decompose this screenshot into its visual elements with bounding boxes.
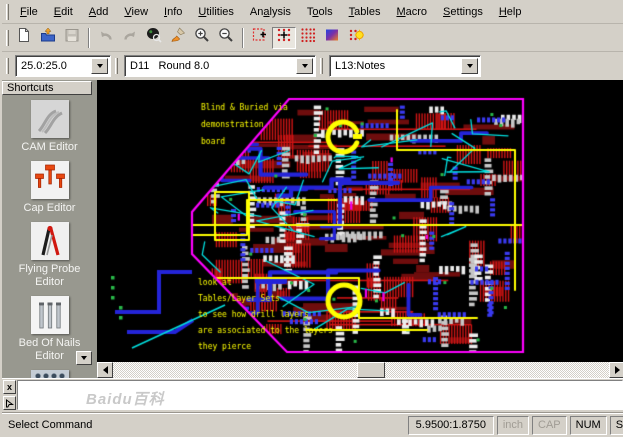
pcb-viewport[interactable]: [97, 80, 623, 378]
cap-editor-icon: [31, 161, 69, 199]
sidebar-item-panel-editor[interactable]: [31, 370, 69, 378]
film-query-button[interactable]: [142, 27, 166, 49]
status-numlock[interactable]: NUM: [570, 416, 607, 435]
sidebar-item-label: Cap Editor: [6, 202, 94, 215]
command-history-button[interactable]: [3, 396, 16, 410]
menu-edit[interactable]: Edit: [46, 3, 81, 21]
color-table-button[interactable]: [320, 27, 344, 49]
undo-button[interactable]: [94, 27, 118, 49]
undo-icon: [98, 27, 114, 48]
highlight-nets-icon: [348, 27, 364, 48]
open-file-button[interactable]: [36, 27, 60, 49]
grid-dots-icon: [300, 27, 316, 48]
sidebar-item-cap-editor[interactable]: Cap Editor: [6, 161, 94, 215]
board-frame-icon: [252, 27, 268, 48]
highlight-nets-button[interactable]: [344, 27, 368, 49]
clear-highlight-icon: [170, 27, 186, 48]
menu-tables[interactable]: Tables: [341, 3, 389, 21]
new-file-button[interactable]: [12, 27, 36, 49]
zoom-in-icon: [194, 27, 210, 48]
cam-editor-icon: [31, 100, 69, 138]
redo-button[interactable]: [118, 27, 142, 49]
menu-view[interactable]: View: [116, 3, 156, 21]
horizontal-scrollbar[interactable]: [97, 362, 623, 378]
sidebar-item-cam-editor[interactable]: CAM Editor: [6, 100, 94, 154]
toolbar-separator: [88, 28, 90, 48]
grid-snap-icon: [276, 27, 292, 48]
scroll-right-button[interactable]: [609, 362, 623, 378]
sidebar-item-label: Flying Probe Editor: [6, 263, 94, 289]
board-frame-button[interactable]: [248, 27, 272, 49]
chevron-down-icon[interactable]: [461, 58, 478, 74]
menu-utilities[interactable]: Utilities: [190, 3, 242, 21]
grid-combobox-value: 25.0:25.0: [16, 56, 89, 76]
arrow-left-icon: [99, 366, 108, 374]
film-query-icon: [146, 27, 162, 48]
layer-combobox[interactable]: L13:Notes: [329, 55, 481, 77]
chevron-down-icon[interactable]: [91, 58, 108, 74]
toolbar-grip[interactable]: [6, 30, 9, 46]
toolbar: [2, 24, 623, 52]
new-file-icon: [16, 27, 32, 48]
layer-combobox-value: L13:Notes: [330, 56, 459, 76]
menu-macro[interactable]: Macro: [388, 3, 435, 21]
status-units[interactable]: inch: [497, 416, 529, 435]
menubar-items: FileEditAddViewInfoUtilitiesAnalysisTool…: [12, 3, 529, 21]
sidebar-item-label: CAM Editor: [6, 141, 94, 154]
command-input[interactable]: [18, 381, 622, 409]
panel-editor-icon: [31, 370, 69, 378]
combobar-grip[interactable]: [115, 58, 118, 74]
zoom-in-button[interactable]: [190, 27, 214, 49]
status-message: Select Command: [4, 419, 405, 431]
scroll-left-button[interactable]: [97, 362, 113, 378]
redo-icon: [122, 27, 138, 48]
pcb-canvas[interactable]: [97, 80, 623, 362]
save-file-button[interactable]: [60, 27, 84, 49]
menu-file[interactable]: File: [12, 3, 46, 21]
status-scrolllock[interactable]: SC: [610, 416, 623, 435]
app-window: FileEditAddViewInfoUtilitiesAnalysisTool…: [0, 0, 623, 437]
statusbar: Select Command 5.9500:1.8750 inch CAP NU…: [2, 412, 623, 437]
shortcuts-sidebar: Shortcuts CAM Editor Cap Editor Flying P…: [2, 80, 97, 378]
combo-toolbar: 25.0:25.0 D11 Round 8.0 L13:Notes: [2, 52, 623, 80]
sidebar-item-flying-probe[interactable]: Flying Probe Editor: [6, 222, 94, 289]
status-coordinates: 5.9500:1.8750: [408, 416, 494, 435]
grid-dots-button[interactable]: [296, 27, 320, 49]
dcode-combobox-value: D11 Round 8.0: [125, 56, 294, 76]
menu-add[interactable]: Add: [81, 3, 117, 21]
color-table-icon: [324, 27, 340, 48]
menu-tools[interactable]: Tools: [299, 3, 341, 21]
dcode-combobox[interactable]: D11 Round 8.0: [124, 55, 316, 77]
chevron-down-icon: [81, 356, 87, 363]
command-panel-close-button[interactable]: x: [3, 380, 16, 394]
menubar: FileEditAddViewInfoUtilitiesAnalysisTool…: [2, 0, 623, 24]
clear-highlight-button[interactable]: [166, 27, 190, 49]
arrow-right-icon: [615, 366, 623, 374]
grid-combobox[interactable]: 25.0:25.0: [15, 55, 111, 77]
menu-analysis[interactable]: Analysis: [242, 3, 299, 21]
menu-info[interactable]: Info: [156, 3, 190, 21]
status-capslock[interactable]: CAP: [532, 416, 567, 435]
zoom-out-button[interactable]: [214, 27, 238, 49]
flying-probe-icon: [31, 222, 69, 260]
bed-of-nails-icon: [31, 296, 69, 334]
sidebar-scroll-down-button[interactable]: [76, 351, 92, 365]
combobar-grip[interactable]: [6, 58, 9, 74]
menu-help[interactable]: Help: [491, 3, 530, 21]
menu-settings[interactable]: Settings: [435, 3, 491, 21]
main-area: Shortcuts CAM Editor Cap Editor Flying P…: [2, 80, 623, 378]
menubar-grip[interactable]: [6, 4, 9, 20]
open-file-icon: [40, 27, 56, 48]
toolbar-separator: [242, 28, 244, 48]
command-prompt-box[interactable]: Baidu百科: [17, 380, 623, 410]
zoom-out-icon: [218, 27, 234, 48]
combobar-grip[interactable]: [320, 58, 323, 74]
shortcuts-header-button[interactable]: Shortcuts: [2, 81, 92, 95]
command-panel: x Baidu百科: [2, 378, 623, 412]
save-file-icon: [64, 27, 80, 48]
grid-snap-button[interactable]: [272, 27, 296, 49]
scrollbar-thumb[interactable]: [357, 362, 385, 378]
pointer-arrow-icon: [5, 399, 14, 408]
chevron-down-icon[interactable]: [296, 58, 313, 74]
